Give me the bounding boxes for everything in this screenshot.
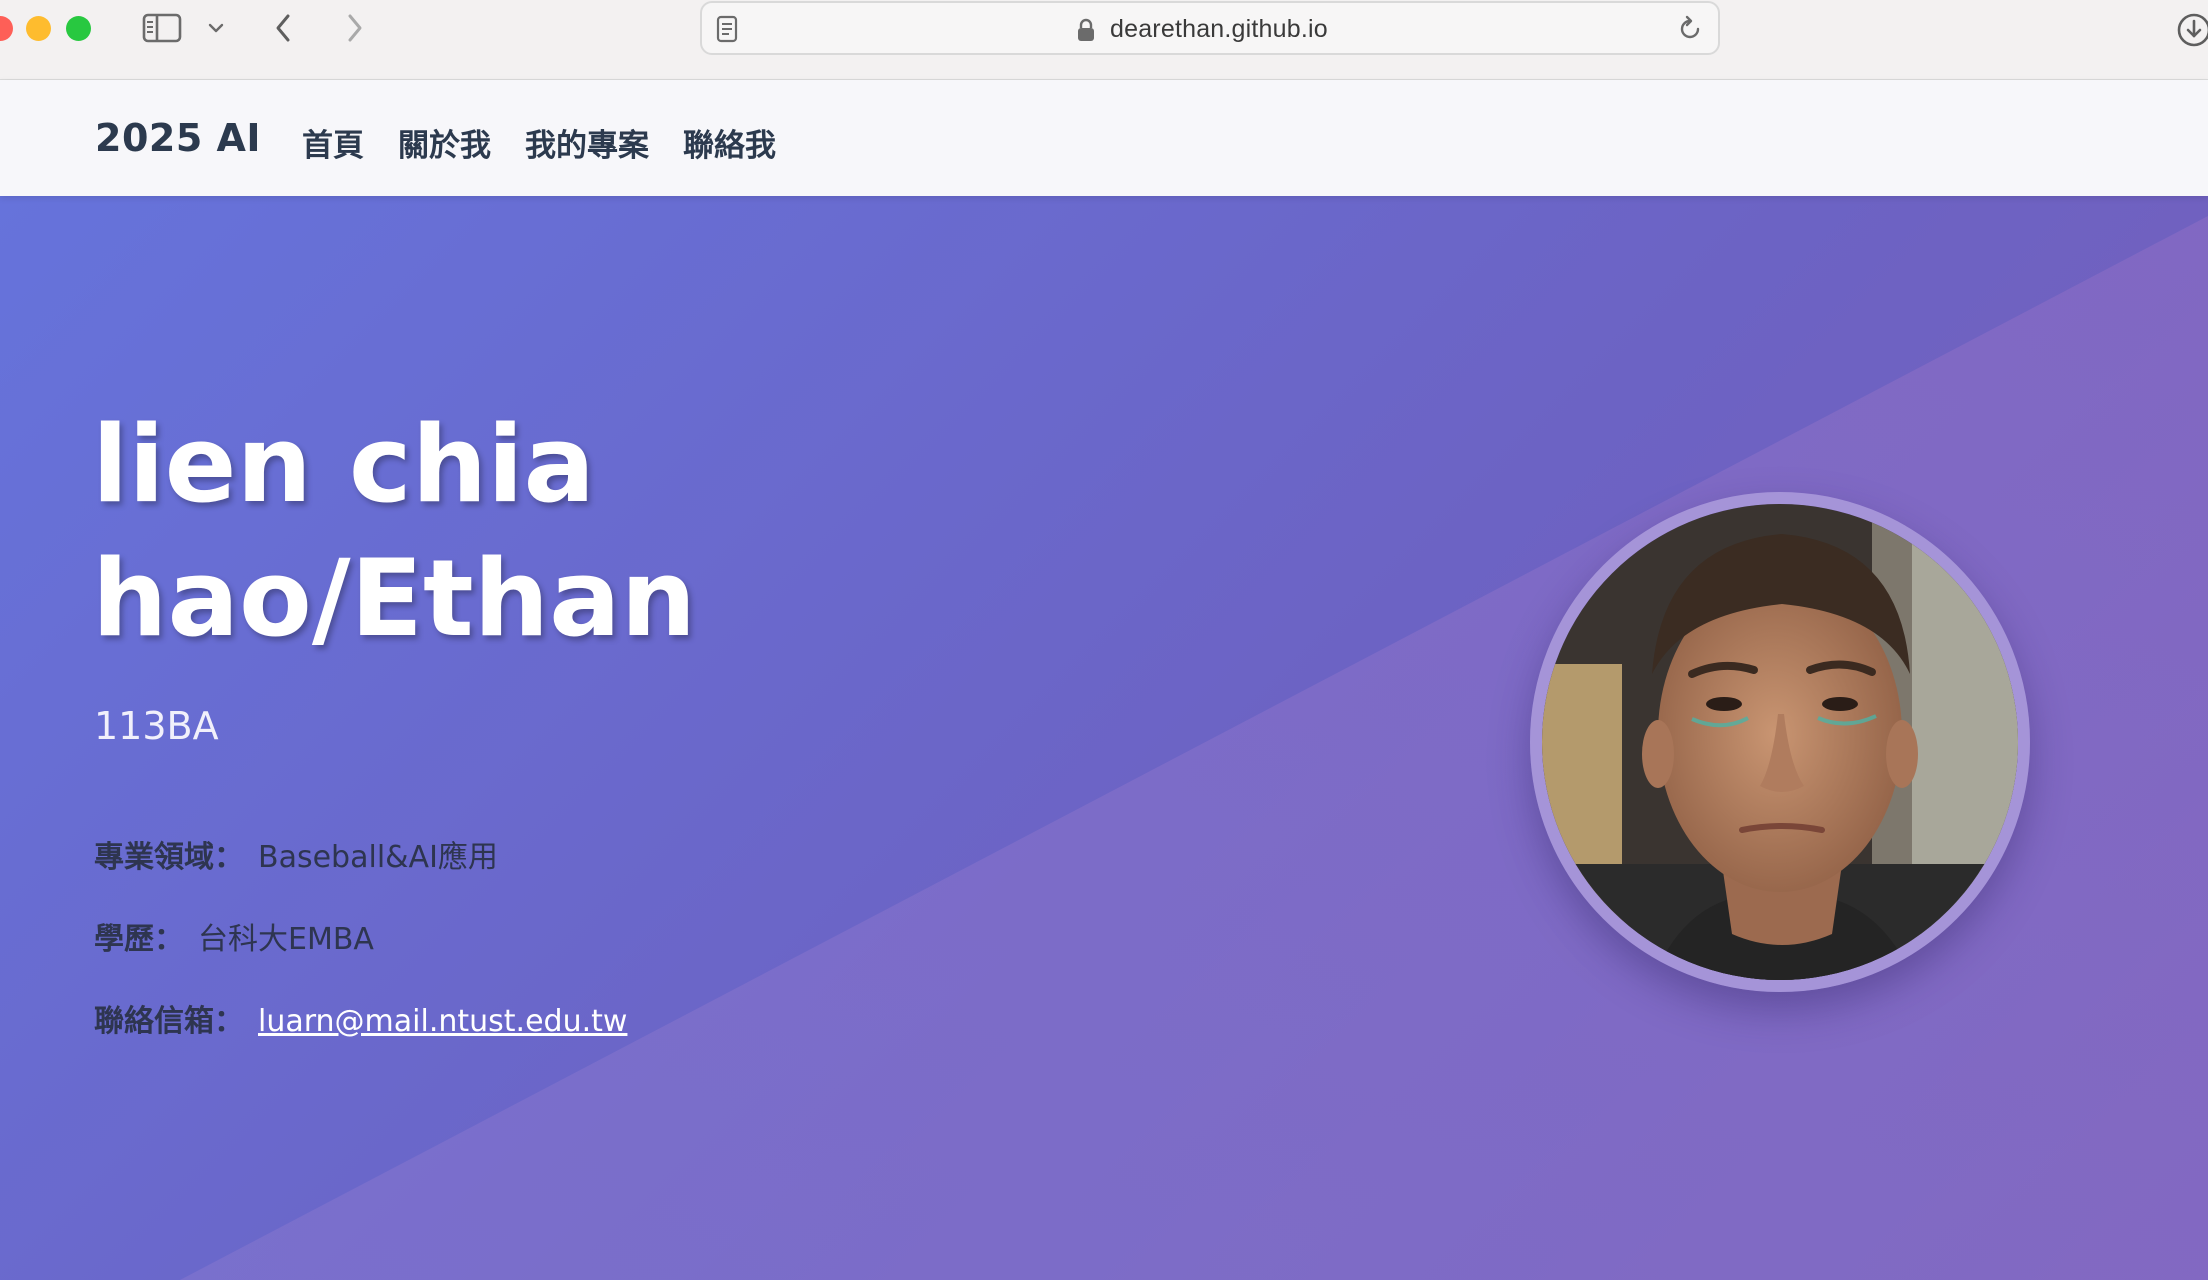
download-icon[interactable] [2174,10,2208,50]
email-row: 聯絡信箱： luarn@mail.ntust.edu.tw [94,996,627,1040]
profile-photo [1530,492,2030,992]
address-bar[interactable]: dearethan.github.io [700,1,1720,55]
chevron-left-icon[interactable] [268,8,298,48]
close-window-button[interactable] [0,16,13,41]
specialty-label: 專業領域： [94,840,244,875]
hero-section: lien chia hao/Ethan 113BA 專業領域： Baseball&… [0,196,2208,1280]
hero-name-heading: lien chia hao/Ethan [92,403,697,660]
education-value: 台科大EMBA [198,922,374,957]
zoom-window-button[interactable] [66,16,91,41]
chevron-down-icon[interactable] [204,14,228,42]
education-row: 學歷： 台科大EMBA [94,914,374,958]
url-text: dearethan.github.io [1110,15,1328,43]
nav-link-contact[interactable]: 聯絡我 [683,120,776,165]
nav-link-about[interactable]: 關於我 [398,120,491,165]
brand-logo-link[interactable]: 2025 AI [95,116,261,160]
minimize-window-button[interactable] [26,16,51,41]
site-navbar: 2025 AI 首頁 關於我 我的專案 聯絡我 [0,80,2208,196]
hero-subtitle: 113BA [94,704,219,748]
email-link[interactable]: luarn@mail.ntust.edu.tw [258,1004,627,1039]
specialty-value: Baseball&AI應用 [258,840,498,875]
nav-link-home[interactable]: 首頁 [302,120,364,165]
nav-link-projects[interactable]: 我的專案 [525,120,649,165]
specialty-row: 專業領域： Baseball&AI應用 [94,832,498,876]
nav-links: 首頁 關於我 我的專案 聯絡我 [302,120,776,165]
chevron-right-icon[interactable] [340,8,370,48]
browser-toolbar: dearethan.github.io [0,0,2208,80]
reader-icon[interactable] [716,15,738,47]
education-label: 學歷： [94,922,184,957]
sidebar-icon[interactable] [140,10,184,46]
lock-icon [1076,18,1096,46]
email-label: 聯絡信箱： [94,1004,244,1039]
reload-icon[interactable] [1676,15,1704,47]
